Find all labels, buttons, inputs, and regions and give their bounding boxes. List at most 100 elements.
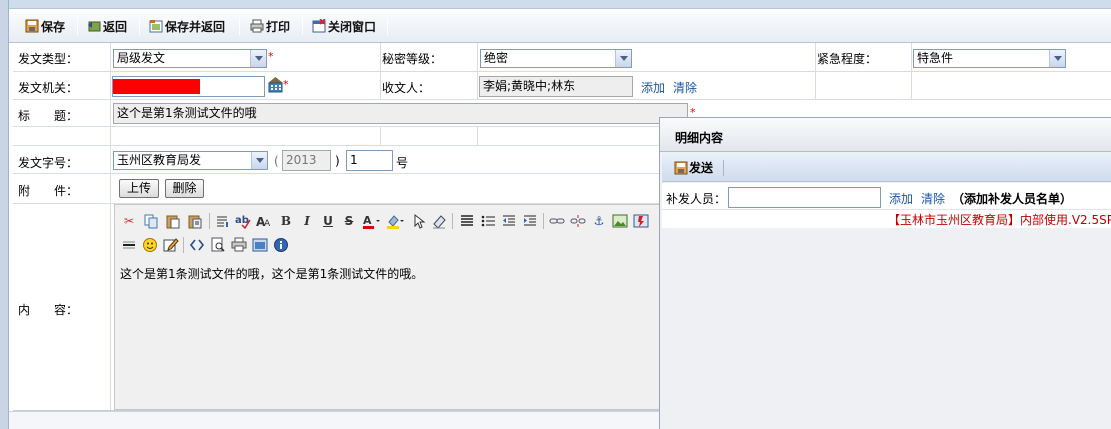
editor-separator xyxy=(209,213,210,229)
toolbar-separator xyxy=(302,17,303,35)
secret-level-label: 秘密等级： xyxy=(382,52,443,66)
save-label: 保存 xyxy=(41,19,66,34)
print-button[interactable]: 打印 xyxy=(250,16,290,36)
select-cursor-icon[interactable] xyxy=(411,213,427,229)
highlight-color-icon[interactable] xyxy=(386,213,404,229)
recipient-input[interactable]: 李娟;黄晓中;林东 xyxy=(479,76,633,97)
spellcheck-icon[interactable]: ab xyxy=(235,213,251,230)
add-recipient-link[interactable]: 添加 xyxy=(641,79,665,96)
chevron-down-icon xyxy=(251,152,267,169)
editor-content[interactable]: 这个是第1条测试文件的哦，这个是第1条测试文件的哦。 xyxy=(120,265,423,282)
title-value: 这个是第1条测试文件的哦 xyxy=(117,106,257,120)
detail-panel-title: 明细内容 xyxy=(675,131,724,145)
secret-level-select[interactable]: 绝密 xyxy=(480,49,632,68)
source-code-icon[interactable] xyxy=(189,237,205,253)
issuing-org-input[interactable] xyxy=(112,76,265,97)
info-icon[interactable] xyxy=(273,237,289,253)
bullet-list-icon[interactable] xyxy=(480,213,496,229)
panel-divider xyxy=(662,209,1111,210)
upload-button[interactable]: 上传 xyxy=(119,179,159,198)
link-icon[interactable] xyxy=(549,213,565,229)
content-label: 内 容： xyxy=(18,303,79,317)
panel-empty-area xyxy=(662,228,1111,429)
clear-extra-link[interactable]: 清除 xyxy=(921,190,945,207)
doc-type-select[interactable]: 局级发文 xyxy=(113,49,267,68)
extra-recipients-hint: （添加补发人员名单） xyxy=(952,192,1073,206)
editor-separator xyxy=(452,213,453,229)
flash-icon[interactable] xyxy=(633,213,649,229)
close-window-button[interactable]: 关闭窗口 xyxy=(312,16,376,36)
save-and-back-label: 保存并返回 xyxy=(165,19,226,34)
doc-year-input[interactable]: 2013 xyxy=(282,150,331,171)
extra-recipients-input[interactable] xyxy=(728,187,881,208)
svg-text:A: A xyxy=(363,214,372,227)
chevron-down-icon xyxy=(250,50,266,67)
window-left-border xyxy=(0,0,9,429)
doc-prefix-value: 玉州区教育局发 xyxy=(117,153,202,167)
emoticon-icon[interactable] xyxy=(142,237,158,253)
doc-year-value: 2013 xyxy=(286,153,317,167)
cut-icon[interactable]: ✂ xyxy=(121,213,137,229)
preview-icon[interactable] xyxy=(210,237,226,253)
secret-level-value: 绝密 xyxy=(484,51,509,65)
strikethrough-icon[interactable]: S xyxy=(341,213,357,229)
close-window-icon xyxy=(312,18,326,33)
detail-panel-toolbar: 发送 xyxy=(662,154,1111,182)
back-button[interactable]: 返回 xyxy=(87,16,127,36)
send-button[interactable]: 发送 xyxy=(674,159,713,176)
urgency-select[interactable]: 特急件 xyxy=(913,49,1066,68)
eraser-icon[interactable] xyxy=(431,213,447,229)
font-size-icon[interactable]: AA xyxy=(256,213,272,229)
italic-icon[interactable]: I xyxy=(299,213,315,229)
toolbar-separator xyxy=(77,17,78,35)
horizontal-rule-icon[interactable] xyxy=(121,237,137,253)
indent-icon[interactable] xyxy=(522,213,538,229)
bold-icon[interactable]: B xyxy=(278,213,294,229)
doc-type-label: 发文类型： xyxy=(18,52,79,66)
org-picker-icon[interactable] xyxy=(267,76,284,93)
outdent-icon[interactable] xyxy=(501,213,517,229)
print-label: 打印 xyxy=(266,19,291,34)
paste-icon[interactable] xyxy=(165,213,181,229)
paren-open: ( xyxy=(274,154,279,168)
toolbar-separator xyxy=(387,17,388,35)
copy-icon[interactable] xyxy=(143,213,159,229)
image-icon[interactable] xyxy=(612,213,628,229)
title-input[interactable]: 这个是第1条测试文件的哦 xyxy=(113,103,688,124)
unlink-icon[interactable] xyxy=(570,213,586,229)
toolbar-separator xyxy=(139,17,140,35)
toolbar-separator xyxy=(239,17,240,35)
detail-panel-body: 补发人员： 添加 清除 （添加补发人员名单） 【玉林市玉州区教育局】内部使用.V… xyxy=(662,183,1111,429)
delete-button[interactable]: 删除 xyxy=(165,179,204,198)
editor-toolbar: ✂ ab AA B I U S A ⚓ xyxy=(119,208,669,260)
underline-icon[interactable]: U xyxy=(320,213,336,229)
recipient-label: 收文人： xyxy=(382,81,431,95)
recipient-value: 李娟;黄晓中;林东 xyxy=(483,79,576,93)
editor-separator xyxy=(183,237,184,253)
doc-number-input[interactable]: 1 xyxy=(346,150,393,171)
paste-text-icon[interactable] xyxy=(187,213,203,229)
rich-text-editor[interactable]: ✂ ab AA B I U S A ⚓ 这个是第1条测试文件的哦，这个是第1条测… xyxy=(114,204,674,410)
urgency-label: 紧急程度： xyxy=(817,52,878,66)
save-and-back-button[interactable]: 保存并返回 xyxy=(149,16,225,36)
return-icon xyxy=(87,19,101,33)
clear-recipient-link[interactable]: 清除 xyxy=(673,79,697,96)
fullscreen-icon[interactable] xyxy=(252,237,268,253)
add-extra-link[interactable]: 添加 xyxy=(889,190,913,207)
find-replace-icon[interactable] xyxy=(215,213,231,229)
anchor-icon[interactable]: ⚓ xyxy=(591,213,607,229)
doc-prefix-select[interactable]: 玉州区教育局发 xyxy=(113,151,268,170)
edit-note-icon[interactable] xyxy=(163,237,179,253)
required-mark: * xyxy=(268,50,274,63)
title-label: 标 题： xyxy=(18,109,79,123)
footer-notice: 【玉林市玉州区教育局】内部使用.V2.5SP xyxy=(888,213,1111,227)
justify-icon[interactable] xyxy=(459,213,475,229)
form-row-type: 发文类型： 局级发文 * 秘密等级： 绝密 紧急程度： 特急件 xyxy=(13,43,1111,72)
paren-close: ) xyxy=(335,154,340,168)
send-label: 发送 xyxy=(689,161,714,175)
font-color-icon[interactable]: A xyxy=(362,213,380,229)
save-button[interactable]: 保存 xyxy=(25,16,65,36)
hao-label: 号 xyxy=(396,156,409,170)
print-preview-icon[interactable] xyxy=(231,237,247,253)
detail-panel: 明细内容 发送 补发人员： 添加 清除 （添加补发人员名单） 【玉林市玉州区教育… xyxy=(659,117,1111,429)
